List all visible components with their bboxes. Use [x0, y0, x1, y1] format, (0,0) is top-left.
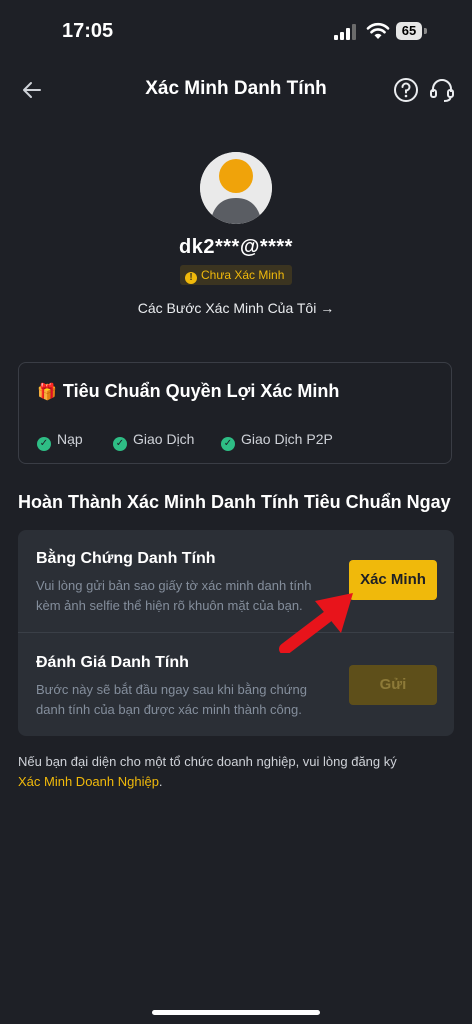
benefits-title: 🎁 Tiêu Chuẩn Quyền Lợi Xác Minh — [37, 381, 339, 402]
battery-icon: 65 — [396, 22, 422, 40]
alert-icon: ! — [185, 272, 197, 284]
step-description: Bước này sẽ bắt đầu ngay sau khi bằng ch… — [36, 682, 307, 717]
home-indicator — [152, 1010, 320, 1015]
divider — [18, 632, 454, 633]
step-title: Bằng Chứng Danh Tính — [36, 550, 216, 567]
verification-steps-card: Bằng Chứng Danh Tính Vui lòng gửi bản sa… — [18, 530, 454, 736]
headset-support-icon[interactable] — [428, 76, 456, 104]
help-icon[interactable] — [392, 76, 420, 104]
benefits-card: 🎁 Tiêu Chuẩn Quyền Lợi Xác Minh ✓ Nạp ✓ Gia… — [18, 362, 452, 464]
benefits-title-text: Tiêu Chuẩn Quyền Lợi Xác Minh — [62, 381, 340, 401]
top-bar: Xác Minh Danh Tính — [0, 64, 472, 116]
annotation-arrow-icon — [279, 593, 353, 653]
benefit-item: ✓ Nạp — [37, 431, 83, 451]
check-icon: ✓ — [37, 437, 51, 451]
wifi-icon — [366, 22, 390, 39]
section-title: Hoàn Thành Xác Minh Danh Tính Tiêu Chuẩn… — [18, 492, 451, 512]
business-note-suffix: . — [158, 774, 163, 789]
step-title: Đánh Giá Danh Tính — [36, 654, 189, 671]
status-badge-label: Chưa Xác Minh — [201, 268, 285, 282]
business-note-text: Nếu bạn đại diện cho một tổ chức doanh n… — [18, 754, 397, 769]
business-verification-link[interactable]: Xác Minh Doanh Nghiệp — [18, 774, 159, 789]
cellular-signal-icon — [334, 24, 356, 40]
business-verification-note: Nếu bạn đại diện cho một tổ chức doanh n… — [18, 752, 458, 792]
verification-steps-link[interactable]: Các Bước Xác Minh Của Tôi → — [0, 300, 472, 316]
check-icon: ✓ — [113, 437, 127, 451]
benefit-label: Giao Dịch — [133, 431, 195, 447]
check-icon: ✓ — [221, 437, 235, 451]
avatar — [200, 152, 272, 224]
status-badge: ! Chưa Xác Minh — [180, 265, 292, 285]
battery-tip — [424, 28, 427, 34]
gift-icon: 🎁 — [37, 384, 57, 401]
user-avatar-icon — [200, 152, 272, 224]
benefit-item: ✓ Giao Dịch — [113, 431, 194, 451]
submit-button-disabled: Gửi — [349, 665, 437, 705]
benefit-label: Nạp — [57, 431, 83, 447]
benefit-item: ✓ Giao Dịch P2P — [221, 431, 333, 451]
user-email: dk2***@**** — [179, 236, 293, 258]
status-bar: 17:05 65 — [0, 0, 472, 64]
clock: 17:05 — [62, 20, 114, 42]
benefit-label: Giao Dịch P2P — [241, 431, 333, 447]
